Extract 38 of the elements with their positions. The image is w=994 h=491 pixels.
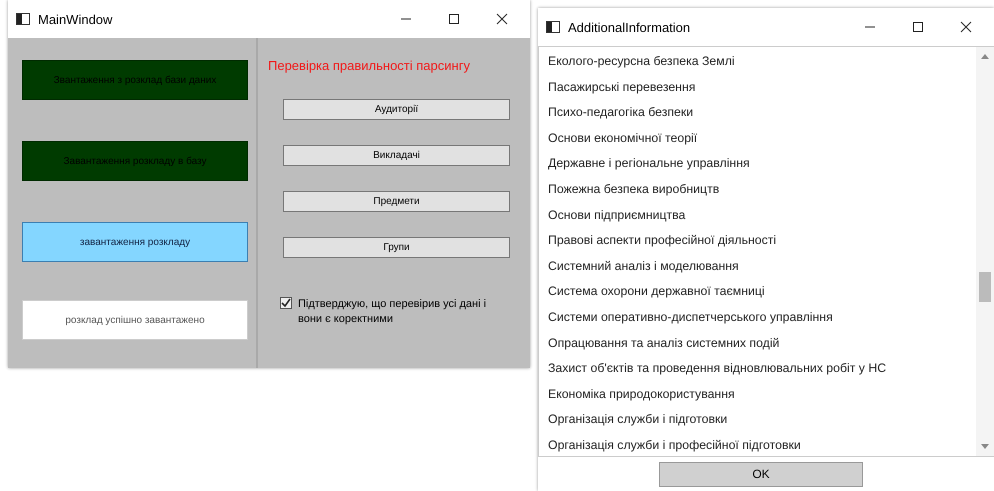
list-item[interactable]: Системи оперативно-диспетчерського управління <box>539 304 976 331</box>
close-icon <box>496 13 508 25</box>
load-button[interactable]: завантаження розкладу <box>22 222 248 262</box>
scroll-up-icon[interactable] <box>981 53 989 59</box>
ok-button[interactable]: OK <box>659 462 863 486</box>
confirm-checkbox[interactable] <box>280 297 292 309</box>
confirm-label: Підтверджую, що перевірив усі дані і вони є коректними <box>298 297 488 327</box>
status-field: розклад успішно завантажено <box>22 300 248 340</box>
window-title: AdditionalInformation <box>568 20 692 34</box>
list-item[interactable]: Державне і регіональне управління <box>539 151 976 177</box>
app-icon <box>546 21 560 33</box>
check-button[interactable]: Предмети <box>283 191 510 212</box>
check-button[interactable]: Аудиторії <box>283 99 510 120</box>
list-item[interactable]: Основи підприємництва <box>539 202 976 228</box>
list-item[interactable]: Системний аналіз і моделювання <box>539 254 976 280</box>
close-icon <box>960 21 972 33</box>
list-item[interactable]: Еколого-ресурсна безпека Землі <box>539 49 976 75</box>
list-item[interactable]: Опрацювання та аналіз системних подій <box>539 330 976 356</box>
check-button[interactable]: Викладачі <box>283 145 510 166</box>
scroll-thumb[interactable] <box>979 272 991 302</box>
list-item[interactable]: Пожежна безпека виробництв <box>539 176 976 203</box>
scrollbar[interactable] <box>976 47 994 456</box>
list-item[interactable]: Захист об'єктів та проведення відновлювальних робіт у НС <box>539 356 976 382</box>
maximize-icon <box>912 21 924 33</box>
list-item[interactable]: Основи економічної теорії <box>539 126 976 152</box>
list-item[interactable]: Економіка природокористування <box>539 382 976 408</box>
list-item[interactable]: Пасажирські перевезення <box>539 74 976 100</box>
maximize-icon <box>448 13 460 25</box>
list-item[interactable]: Організація служби і професійної підготовки <box>539 432 976 458</box>
check-button[interactable]: Групи <box>283 237 510 258</box>
app-icon <box>16 13 30 25</box>
list-item[interactable]: Правові аспекти професійної діяльності <box>539 228 976 254</box>
list-item[interactable]: Психо-педагогіка безпеки <box>539 100 976 126</box>
window-title: MainWindow <box>38 12 114 26</box>
scroll-down-icon[interactable] <box>981 444 989 450</box>
list-item[interactable]: Система охорони державної таємниці <box>539 279 976 305</box>
list-item[interactable]: Організація служби і підготовки <box>539 407 976 433</box>
section-title: Перевірка правильності парсингу <box>268 58 471 73</box>
